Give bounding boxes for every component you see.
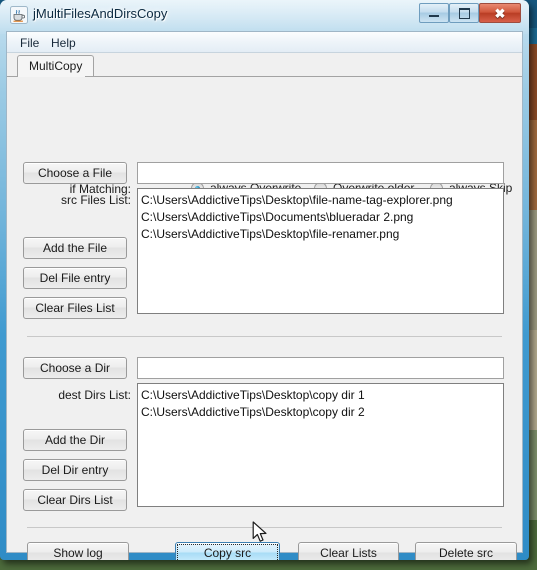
show-log-button[interactable]: Show log [27, 542, 129, 560]
src-files-listbox[interactable]: C:\Users\AddictiveTips\Desktop\file-name… [137, 188, 504, 314]
close-icon: ✖ [494, 5, 506, 21]
del-dir-entry-button[interactable]: Del Dir entry [23, 459, 127, 481]
add-the-file-button[interactable]: Add the File [23, 237, 127, 259]
application-window: jMultiFilesAndDirsCopy ✖ File Help Multi… [0, 0, 529, 560]
tab-strip: MultiCopy [7, 53, 522, 77]
section-separator-files-dirs [27, 336, 502, 337]
copy-src-button[interactable]: Copy src [175, 542, 280, 560]
menu-item-help[interactable]: Help [47, 35, 80, 51]
list-item[interactable]: C:\Users\AddictiveTips\Desktop\copy dir … [141, 387, 503, 404]
client-area: File Help MultiCopy if Matching: always … [6, 31, 523, 560]
dest-dirs-listbox[interactable]: C:\Users\AddictiveTips\Desktop\copy dir … [137, 383, 504, 507]
menu-item-file[interactable]: File [16, 35, 43, 51]
maximize-button[interactable] [449, 3, 479, 23]
del-file-entry-button[interactable]: Del File entry [23, 267, 127, 289]
list-item[interactable]: C:\Users\AddictiveTips\Desktop\file-rena… [141, 226, 503, 243]
copy-src-button-label: Copy src [203, 546, 252, 560]
dest-dirs-list-label: dest Dirs List: [58, 388, 131, 402]
add-the-dir-button[interactable]: Add the Dir [23, 429, 127, 451]
delete-src-button[interactable]: Delete src [415, 542, 517, 560]
list-item[interactable]: C:\Users\AddictiveTips\Desktop\file-name… [141, 192, 503, 209]
src-files-list-label: src Files List: [60, 193, 131, 207]
choose-a-dir-button[interactable]: Choose a Dir [23, 357, 127, 379]
clear-lists-button[interactable]: Clear Lists [298, 542, 399, 560]
choose-a-file-button[interactable]: Choose a File [23, 162, 127, 184]
multicopy-panel: if Matching: always Overwrite Overwrite … [7, 77, 522, 560]
chosen-dir-field[interactable] [137, 357, 504, 379]
chosen-file-field[interactable] [137, 162, 504, 184]
list-item[interactable]: C:\Users\AddictiveTips\Documents\bluerad… [141, 209, 503, 226]
close-button[interactable]: ✖ [479, 3, 521, 23]
clear-files-list-button[interactable]: Clear Files List [23, 297, 127, 319]
minimize-button[interactable] [419, 3, 449, 23]
title-bar[interactable]: jMultiFilesAndDirsCopy ✖ [0, 0, 529, 31]
tab-multicopy[interactable]: MultiCopy [17, 55, 95, 77]
minimize-icon [429, 15, 439, 17]
menu-bar: File Help [7, 32, 522, 53]
list-item[interactable]: C:\Users\AddictiveTips\Desktop\copy dir … [141, 404, 503, 421]
java-coffee-cup-icon [10, 6, 28, 24]
clear-dirs-list-button[interactable]: Clear Dirs List [23, 489, 127, 511]
section-separator-dirs-actions [27, 527, 502, 528]
maximize-icon [458, 7, 470, 19]
window-title: jMultiFilesAndDirsCopy [33, 6, 168, 21]
